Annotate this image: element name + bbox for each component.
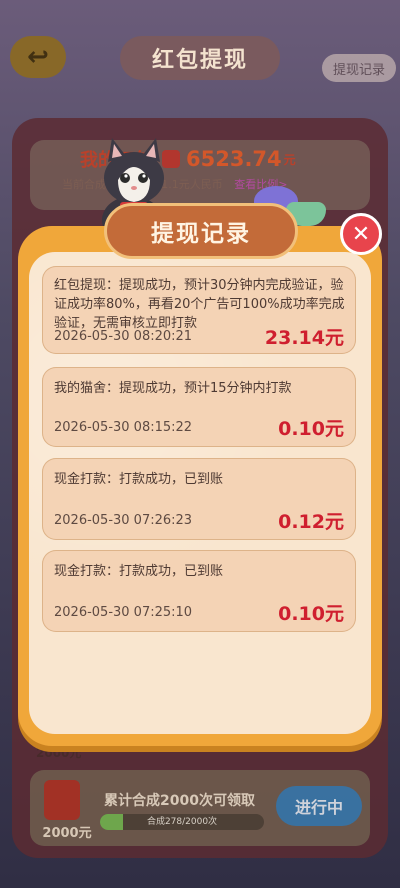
record-card: 红包提现：提现成功，预计30分钟内完成验证，验证成功率80%，再看20个广告可1… — [42, 266, 356, 354]
in-progress-button[interactable]: 进行中 — [276, 786, 362, 826]
record-time: 2026-05-30 08:20:21 — [54, 329, 193, 344]
record-amount: 23.14元 — [264, 327, 344, 349]
task-label: 累计合成2000次可领取 — [104, 793, 255, 809]
partial-amount-text: 2000元 — [36, 746, 82, 760]
record-text: 现金打款：打款成功，已到账 — [54, 564, 224, 579]
back-arrow-icon: ↩ — [27, 42, 49, 72]
red-envelope-icon — [44, 780, 80, 820]
record-time: 2026-05-30 07:26:23 — [54, 513, 193, 528]
modal-title: 提现记录 — [104, 203, 298, 259]
record-text: 现金打款：打款成功，已到账 — [54, 472, 224, 487]
close-icon: ✕ — [351, 221, 371, 247]
record-amount: 0.12元 — [278, 511, 344, 533]
record-time: 2026-05-30 08:15:22 — [54, 420, 193, 435]
withdraw-records-link[interactable]: 提现记录 — [322, 54, 396, 82]
record-card: 我的猫舍：提现成功，预计15分钟内打款 2026-05-30 08:15:22 … — [42, 367, 356, 447]
record-amount: 0.10元 — [278, 603, 344, 625]
record-time: 2026-05-30 07:25:10 — [54, 605, 193, 620]
record-amount: 0.10元 — [278, 418, 344, 440]
back-button[interactable]: ↩ — [10, 36, 66, 78]
task-progress-text: 合成278/2000次 — [146, 817, 218, 827]
page-title: 红包提现 — [120, 36, 280, 80]
record-card: 现金打款：打款成功，已到账 2026-05-30 07:25:10 0.10元 — [42, 550, 356, 632]
balance-amount: 6523.74 — [186, 147, 282, 171]
record-text: 我的猫舍：提现成功，预计15分钟内打款 — [54, 381, 292, 396]
balance-unit: 元 — [283, 152, 296, 167]
task-reward-amount: 2000元 — [42, 826, 92, 841]
record-card: 现金打款：打款成功，已到账 2026-05-30 07:26:23 0.12元 — [42, 458, 356, 540]
close-button[interactable]: ✕ — [340, 213, 382, 255]
